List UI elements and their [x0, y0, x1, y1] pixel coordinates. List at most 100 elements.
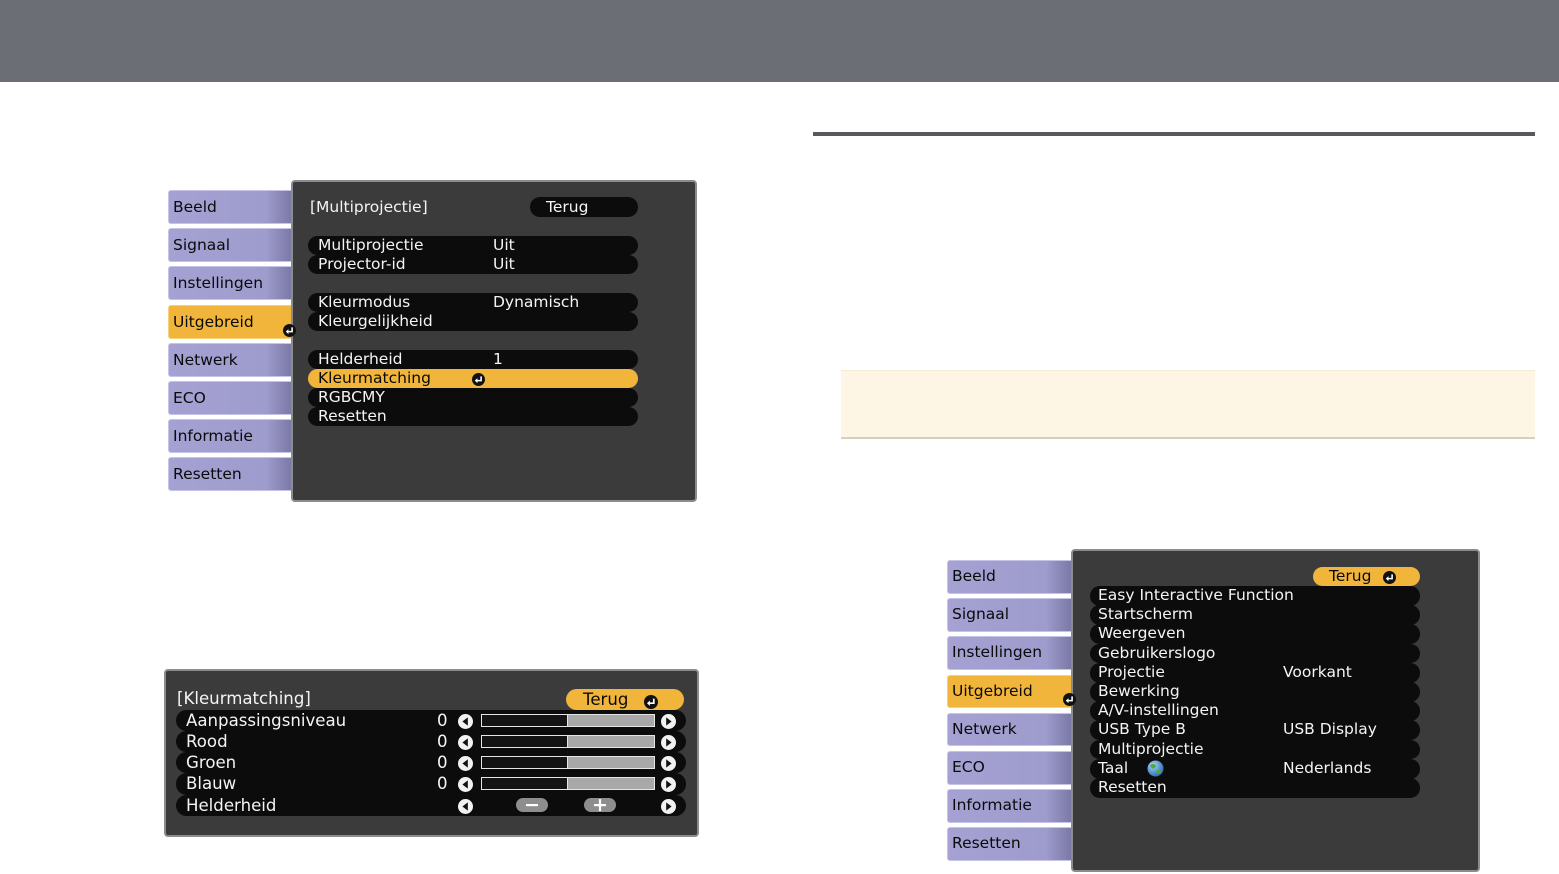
row-value: Dynamisch [493, 292, 580, 311]
enter-icon [1383, 570, 1396, 584]
menu-row-projector-id[interactable]: Projector-id Uit [308, 254, 638, 274]
menu-row-gebruikerslogo[interactable]: Gebruikerslogo [1090, 643, 1420, 664]
tab-instellingen[interactable]: Instellingen [947, 636, 1071, 670]
multiprojection-menu: Beeld Signaal Instellingen Uitgebreid Ne… [168, 180, 697, 502]
row-value: 0 [437, 753, 448, 772]
row-label: Resetten [1098, 778, 1167, 796]
row-label: Blauw [186, 774, 237, 794]
row-label: Projectie [1098, 662, 1165, 681]
row-label: Weergeven [1098, 624, 1186, 643]
row-label: Gebruikerslogo [1098, 643, 1216, 662]
back-button[interactable]: Terug [566, 689, 684, 710]
color-matching-row-helderheid[interactable]: Helderheid [176, 794, 686, 816]
menu-row-kleurmatching[interactable]: Kleurmatching [308, 368, 638, 388]
slider-fill [482, 714, 568, 726]
row-value: Voorkant [1283, 662, 1352, 681]
menu-row-taal[interactable]: Taal Nederlands [1090, 758, 1420, 779]
row-value: 0 [437, 731, 448, 751]
row-label: Kleurmodus [318, 292, 411, 311]
back-label: Terug [546, 198, 589, 216]
color-matching-row-groen[interactable]: Groen 0 [176, 752, 686, 774]
row-label: Rood [186, 731, 228, 751]
level-slider[interactable] [481, 734, 655, 748]
arrow-right-icon[interactable] [660, 798, 676, 814]
row-label: USB Type B [1098, 720, 1186, 739]
row-label: RGBCMY [318, 387, 385, 406]
tab-uitgebreid[interactable]: Uitgebreid [947, 674, 1076, 709]
color-matching-row-blauw[interactable]: Blauw 0 [176, 773, 686, 795]
menu-row-projectie[interactable]: Projectie Voorkant [1090, 662, 1420, 683]
menu-row-resetten[interactable]: Resetten [308, 406, 638, 426]
menu-row-helderheid[interactable]: Helderheid 1 [308, 349, 638, 369]
tab-label: Beeld [952, 567, 996, 585]
row-value: 0 [437, 710, 448, 730]
menu-row-weergeven[interactable]: Weergeven [1090, 624, 1420, 645]
tab-beeld[interactable]: Beeld [947, 560, 1071, 594]
arrow-left-icon[interactable] [457, 734, 473, 750]
tab-eco[interactable]: ECO [947, 751, 1071, 785]
tab-informatie[interactable]: Informatie [168, 419, 291, 454]
row-value: 0 [437, 774, 448, 794]
arrow-right-icon[interactable] [660, 776, 676, 793]
level-slider[interactable] [481, 777, 655, 791]
menu-row-rgbcmy[interactable]: RGBCMY [308, 387, 638, 407]
menu-row-bewerking[interactable]: Bewerking [1090, 682, 1420, 702]
slider-fill [482, 778, 568, 790]
row-label: Groen [186, 753, 237, 772]
color-matching-row-rood[interactable]: Rood 0 [176, 730, 686, 753]
arrow-right-icon[interactable] [660, 734, 676, 750]
menu-row-multiprojectie[interactable]: Multiprojectie [1090, 739, 1420, 760]
menu-row-easy-interactive-function[interactable]: Easy Interactive Function [1090, 586, 1420, 606]
back-button[interactable]: Terug [1313, 567, 1420, 586]
tab-informatie[interactable]: Informatie [947, 789, 1071, 823]
arrow-left-icon[interactable] [457, 755, 473, 772]
tab-label: Resetten [952, 834, 1021, 853]
menu-row-resetten[interactable]: Resetten [1090, 778, 1420, 798]
level-slider[interactable] [481, 713, 655, 727]
note-box [841, 370, 1535, 439]
tab-label: Netwerk [173, 350, 238, 369]
tab-signaal[interactable]: Signaal [168, 228, 291, 263]
menu-row-multiprojectie[interactable]: Multiprojectie Uit [308, 235, 638, 255]
menu-row-startscherm[interactable]: Startscherm [1090, 605, 1420, 625]
level-slider[interactable] [481, 756, 655, 769]
tab-beeld[interactable]: Beeld [168, 190, 291, 224]
menu-title: [Multiprojectie] [310, 198, 428, 216]
menu-row-av-instellingen[interactable]: A/V-instellingen [1090, 701, 1420, 721]
tab-uitgebreid[interactable]: Uitgebreid [168, 304, 296, 339]
tab-eco[interactable]: ECO [168, 381, 291, 415]
extended-menu: Beeld Signaal Instellingen Uitgebreid Ne… [947, 549, 1480, 872]
arrow-left-icon[interactable] [457, 776, 473, 793]
arrow-right-icon[interactable] [660, 713, 676, 729]
row-label: Taal [1098, 758, 1129, 777]
row-label: A/V-instellingen [1098, 701, 1219, 720]
arrow-left-icon[interactable] [457, 713, 473, 729]
row-value: 1 [493, 349, 503, 368]
menu-row-usb-type-b[interactable]: USB Type B USB Display [1090, 720, 1420, 741]
row-label: Kleurgelijkheid [318, 311, 433, 330]
tab-label: Uitgebreid [952, 681, 1033, 700]
minus-icon[interactable] [516, 798, 548, 813]
menu-row-kleurmodus[interactable]: Kleurmodus Dynamisch [308, 292, 638, 312]
tab-resetten[interactable]: Resetten [168, 457, 291, 492]
row-label: Projector-id [318, 254, 406, 273]
color-matching-dialog: [Kleurmatching] Terug Aanpassingsniveau … [164, 669, 699, 837]
tab-resetten[interactable]: Resetten [947, 827, 1071, 861]
tab-signaal[interactable]: Signaal [947, 598, 1071, 632]
tab-label: Informatie [173, 427, 253, 446]
tab-label: Signaal [173, 236, 231, 255]
tab-instellingen[interactable]: Instellingen [168, 266, 291, 301]
arrow-left-icon[interactable] [457, 798, 473, 814]
row-label: Multiprojectie [1098, 739, 1204, 758]
tab-label: ECO [173, 389, 206, 407]
menu-row-kleurgelijkheid[interactable]: Kleurgelijkheid [308, 311, 638, 331]
row-label: Multiprojectie [318, 235, 424, 254]
color-matching-row-aanpassingsniveau[interactable]: Aanpassingsniveau 0 [176, 709, 686, 731]
tab-netwerk[interactable]: Netwerk [947, 712, 1071, 747]
row-label: Startscherm [1098, 605, 1194, 624]
arrow-right-icon[interactable] [660, 755, 676, 772]
tab-netwerk[interactable]: Netwerk [168, 342, 291, 377]
plus-icon[interactable] [584, 798, 616, 813]
enter-icon [472, 372, 485, 386]
back-button[interactable]: Terug [530, 197, 638, 217]
